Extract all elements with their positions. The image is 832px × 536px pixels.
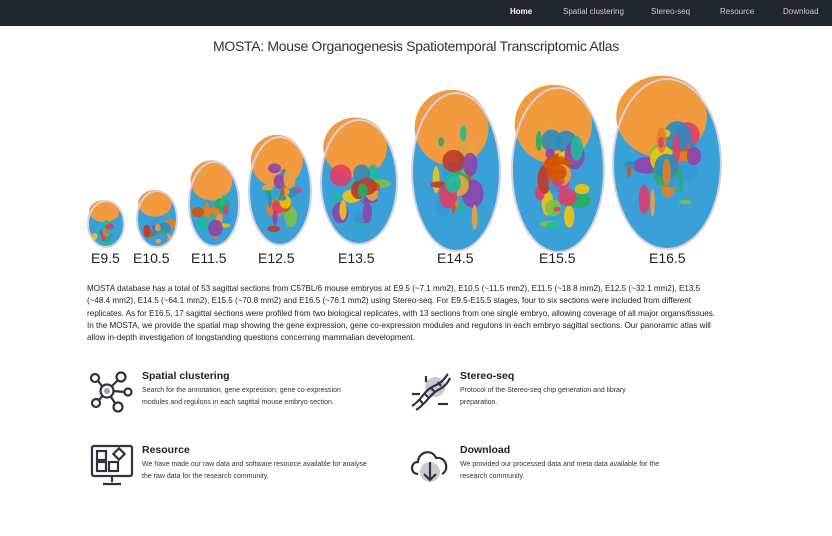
embryo-section [248,134,312,246]
stage-label: E9.5 [91,250,120,266]
embryo-section [511,84,605,253]
embryo-sections-image [87,75,722,253]
embryo-section [188,160,240,247]
embryo-section [612,75,722,250]
nav-home[interactable]: Home [510,7,532,16]
feature-title[interactable]: Spatial clustering [142,370,230,382]
top-navbar: Home Spatial clustering Stereo-seq Resou… [0,0,832,26]
stage-label: E14.5 [437,250,474,266]
feature-stereo-seq[interactable]: Stereo-seq Protocol of the Stereo-seq ch… [408,370,678,420]
stage-label: E10.5 [133,250,170,266]
feature-text: We have made our raw data and software r… [142,461,367,480]
embryo-section [320,117,398,245]
monitor-icon [90,444,134,486]
page-title: MOSTA: Mouse Organogenesis Spatiotempora… [213,38,619,54]
feature-text: We provided our processed data and meta … [460,461,660,480]
stage-label: E15.5 [539,250,576,266]
embryo-atlas-figure: E9.5 E10.5 E11.5 E12.5 E13.5 E14.5 E15.5… [84,74,734,270]
feature-spatial-clustering[interactable]: Spatial clustering Search for the annota… [90,370,360,430]
dna-icon [411,373,451,411]
atlas-description: MOSTA database has a total of 53 sagitta… [87,284,716,343]
nav-resource[interactable]: Resource [720,7,754,16]
feature-text: Search for the annotation, gene expressi… [142,387,341,406]
nav-stereo-seq[interactable]: Stereo-seq [651,7,690,16]
stage-label: E12.5 [258,250,295,266]
stage-label: E11.5 [191,250,227,266]
feature-title[interactable]: Download [460,444,510,456]
nav-spatial-clustering[interactable]: Spatial clustering [563,7,624,16]
nav-download[interactable]: Download [783,7,819,16]
stage-label: E13.5 [338,250,375,266]
embryo-section [411,89,501,252]
cloud-download-icon [410,451,448,482]
stage-label: E16.5 [649,250,686,266]
feature-resource[interactable]: Resource We have made our raw data and s… [90,444,367,490]
feature-title[interactable]: Stereo-seq [460,370,514,382]
embryo-section [87,200,125,248]
feature-text: Protocol of the Stereo-seq chip generati… [460,387,626,406]
feature-download[interactable]: Download We provided our processed data … [408,444,678,490]
feature-title[interactable]: Resource [142,444,190,456]
embryo-section [136,189,178,248]
spatial-cluster-icon [90,371,133,413]
